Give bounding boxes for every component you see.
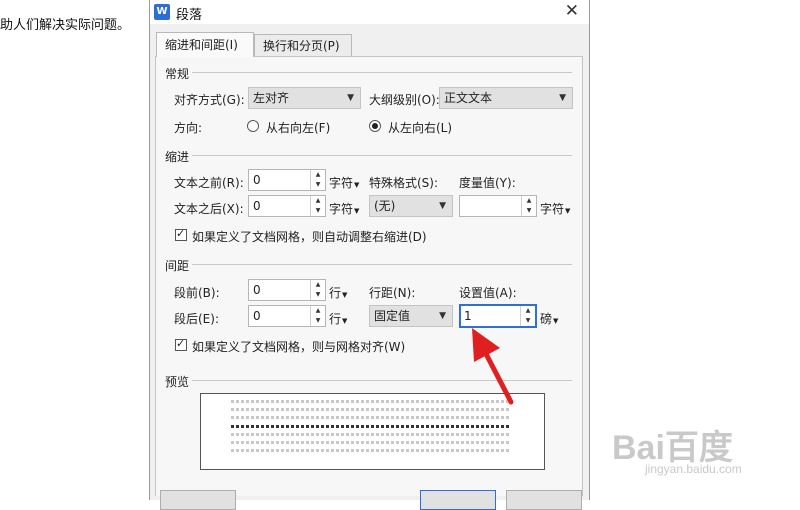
spin-down-icon[interactable]: ▼	[311, 290, 325, 300]
caret-down-icon: ▼	[565, 207, 571, 215]
annotation-arrow-icon	[472, 328, 514, 405]
space-before-label: 段前(B):	[174, 286, 220, 300]
caret-down-icon: ▼	[553, 317, 559, 325]
measure-unit-text: 字符	[540, 202, 565, 216]
rtl-label: 从右向左(F)	[266, 121, 331, 135]
alignment-select[interactable]: 左对齐 ▼	[248, 87, 361, 109]
caret-down-icon: ▼	[342, 291, 348, 299]
watermark-url: jingyan.baidu.com	[645, 462, 742, 476]
setting-value-unit[interactable]: 磅▼	[540, 310, 558, 327]
alignment-value: 左对齐	[253, 91, 290, 105]
spin-down-icon[interactable]: ▼	[311, 206, 325, 216]
spin-up-icon[interactable]: ▲	[311, 196, 325, 206]
space-before-unit-text: 行	[329, 286, 342, 300]
dialog-title: 段落	[176, 8, 203, 23]
space-after-unit[interactable]: 行▼	[329, 310, 347, 327]
spin-up-icon[interactable]: ▲	[311, 170, 325, 180]
auto-adjust-indent-label: 如果定义了文档网格，则自动调整右缩进(D)	[192, 230, 427, 244]
setting-value-label: 设置值(A):	[459, 286, 517, 300]
space-before-unit[interactable]: 行▼	[329, 284, 347, 301]
indent-before-unit[interactable]: 字符▼	[329, 174, 359, 191]
section-divider	[192, 264, 572, 265]
spin-down-icon[interactable]: ▼	[311, 316, 325, 326]
measure-label: 度量值(Y):	[459, 176, 516, 190]
section-divider	[192, 72, 572, 73]
indent-after-label: 文本之后(X):	[174, 202, 244, 216]
outline-level-value: 正文文本	[444, 91, 493, 105]
close-icon[interactable]: ✕	[565, 1, 579, 21]
dropdown-arrow-icon: ▼	[439, 311, 446, 321]
indent-after-spinner[interactable]: 0 ▲ ▼	[248, 195, 326, 217]
indent-before-spinner[interactable]: 0 ▲ ▼	[248, 169, 326, 191]
space-after-label: 段后(E):	[174, 312, 219, 326]
spin-up-icon[interactable]: ▲	[521, 306, 535, 316]
caret-down-icon: ▼	[354, 181, 360, 189]
measure-unit[interactable]: 字符▼	[540, 200, 570, 217]
section-divider	[192, 155, 572, 156]
preview-line	[231, 441, 511, 444]
space-after-spinner[interactable]: 0 ▲ ▼	[248, 305, 326, 327]
indent-before-unit-text: 字符	[329, 176, 354, 190]
cancel-button[interactable]	[506, 490, 582, 510]
measure-spinner[interactable]: ▲ ▼	[459, 195, 537, 217]
space-after-value: 0	[253, 309, 261, 323]
spin-down-icon[interactable]: ▼	[311, 180, 325, 190]
indent-before-value: 0	[253, 173, 261, 187]
wps-writer-icon: W	[154, 4, 170, 20]
preview-line	[231, 433, 511, 436]
line-spacing-select[interactable]: 固定值 ▼	[369, 305, 453, 327]
spin-up-icon[interactable]: ▲	[311, 306, 325, 316]
document-text: 助人们解决实际问题。	[0, 18, 131, 33]
outline-level-label: 大纲级别(O):	[369, 93, 440, 107]
dialog-titlebar: W 段落 ✕	[150, 0, 589, 24]
snap-to-grid-label: 如果定义了文档网格，则与网格对齐(W)	[192, 340, 406, 354]
space-before-value: 0	[253, 283, 261, 297]
section-indent-title: 缩进	[165, 150, 190, 164]
indent-after-unit[interactable]: 字符▼	[329, 200, 359, 217]
preview-line	[231, 416, 511, 419]
direction-label: 方向:	[174, 121, 203, 135]
tab-indent-spacing[interactable]: 缩进和间距(I)	[156, 32, 254, 57]
spin-down-icon[interactable]: ▼	[522, 206, 536, 216]
auto-adjust-indent-checkbox[interactable]	[175, 227, 187, 241]
section-general-title: 常规	[165, 67, 190, 81]
special-format-label: 特殊格式(S):	[369, 176, 439, 190]
setting-value-unit-text: 磅	[540, 312, 553, 326]
dropdown-arrow-icon: ▼	[559, 93, 566, 103]
alignment-label: 对齐方式(G):	[174, 93, 245, 107]
ok-button[interactable]	[420, 490, 496, 510]
spin-up-icon[interactable]: ▲	[311, 280, 325, 290]
dropdown-arrow-icon: ▼	[347, 93, 354, 103]
line-spacing-label: 行距(N):	[369, 286, 416, 300]
caret-down-icon: ▼	[354, 207, 360, 215]
indent-before-label: 文本之前(R):	[174, 176, 244, 190]
tabs-button[interactable]	[160, 490, 236, 510]
tab-line-page-breaks[interactable]: 换行和分页(P)	[254, 34, 352, 56]
dropdown-arrow-icon: ▼	[439, 201, 446, 211]
special-format-select[interactable]: (无) ▼	[369, 195, 453, 217]
paragraph-dialog: W 段落 ✕ 缩进和间距(I) 换行和分页(P) 常规 对齐方式(G): 左对齐…	[149, 0, 590, 510]
caret-down-icon: ▼	[342, 317, 348, 325]
line-spacing-value: 固定值	[374, 309, 411, 323]
snap-to-grid-checkbox[interactable]	[175, 337, 187, 351]
space-before-spinner[interactable]: 0 ▲ ▼	[248, 279, 326, 301]
preview-line-current	[231, 425, 511, 428]
outline-level-select[interactable]: 正文文本 ▼	[439, 87, 573, 109]
spin-up-icon[interactable]: ▲	[522, 196, 536, 206]
indent-after-value: 0	[253, 199, 261, 213]
section-preview-title: 预览	[165, 375, 190, 389]
indent-after-unit-text: 字符	[329, 202, 354, 216]
ltr-label: 从左向右(L)	[388, 121, 453, 135]
preview-line	[231, 449, 511, 452]
space-after-unit-text: 行	[329, 312, 342, 326]
special-format-value: (无)	[374, 199, 396, 213]
ltr-radio[interactable]	[369, 120, 381, 132]
rtl-radio[interactable]	[247, 120, 259, 132]
section-spacing-title: 间距	[165, 259, 190, 273]
